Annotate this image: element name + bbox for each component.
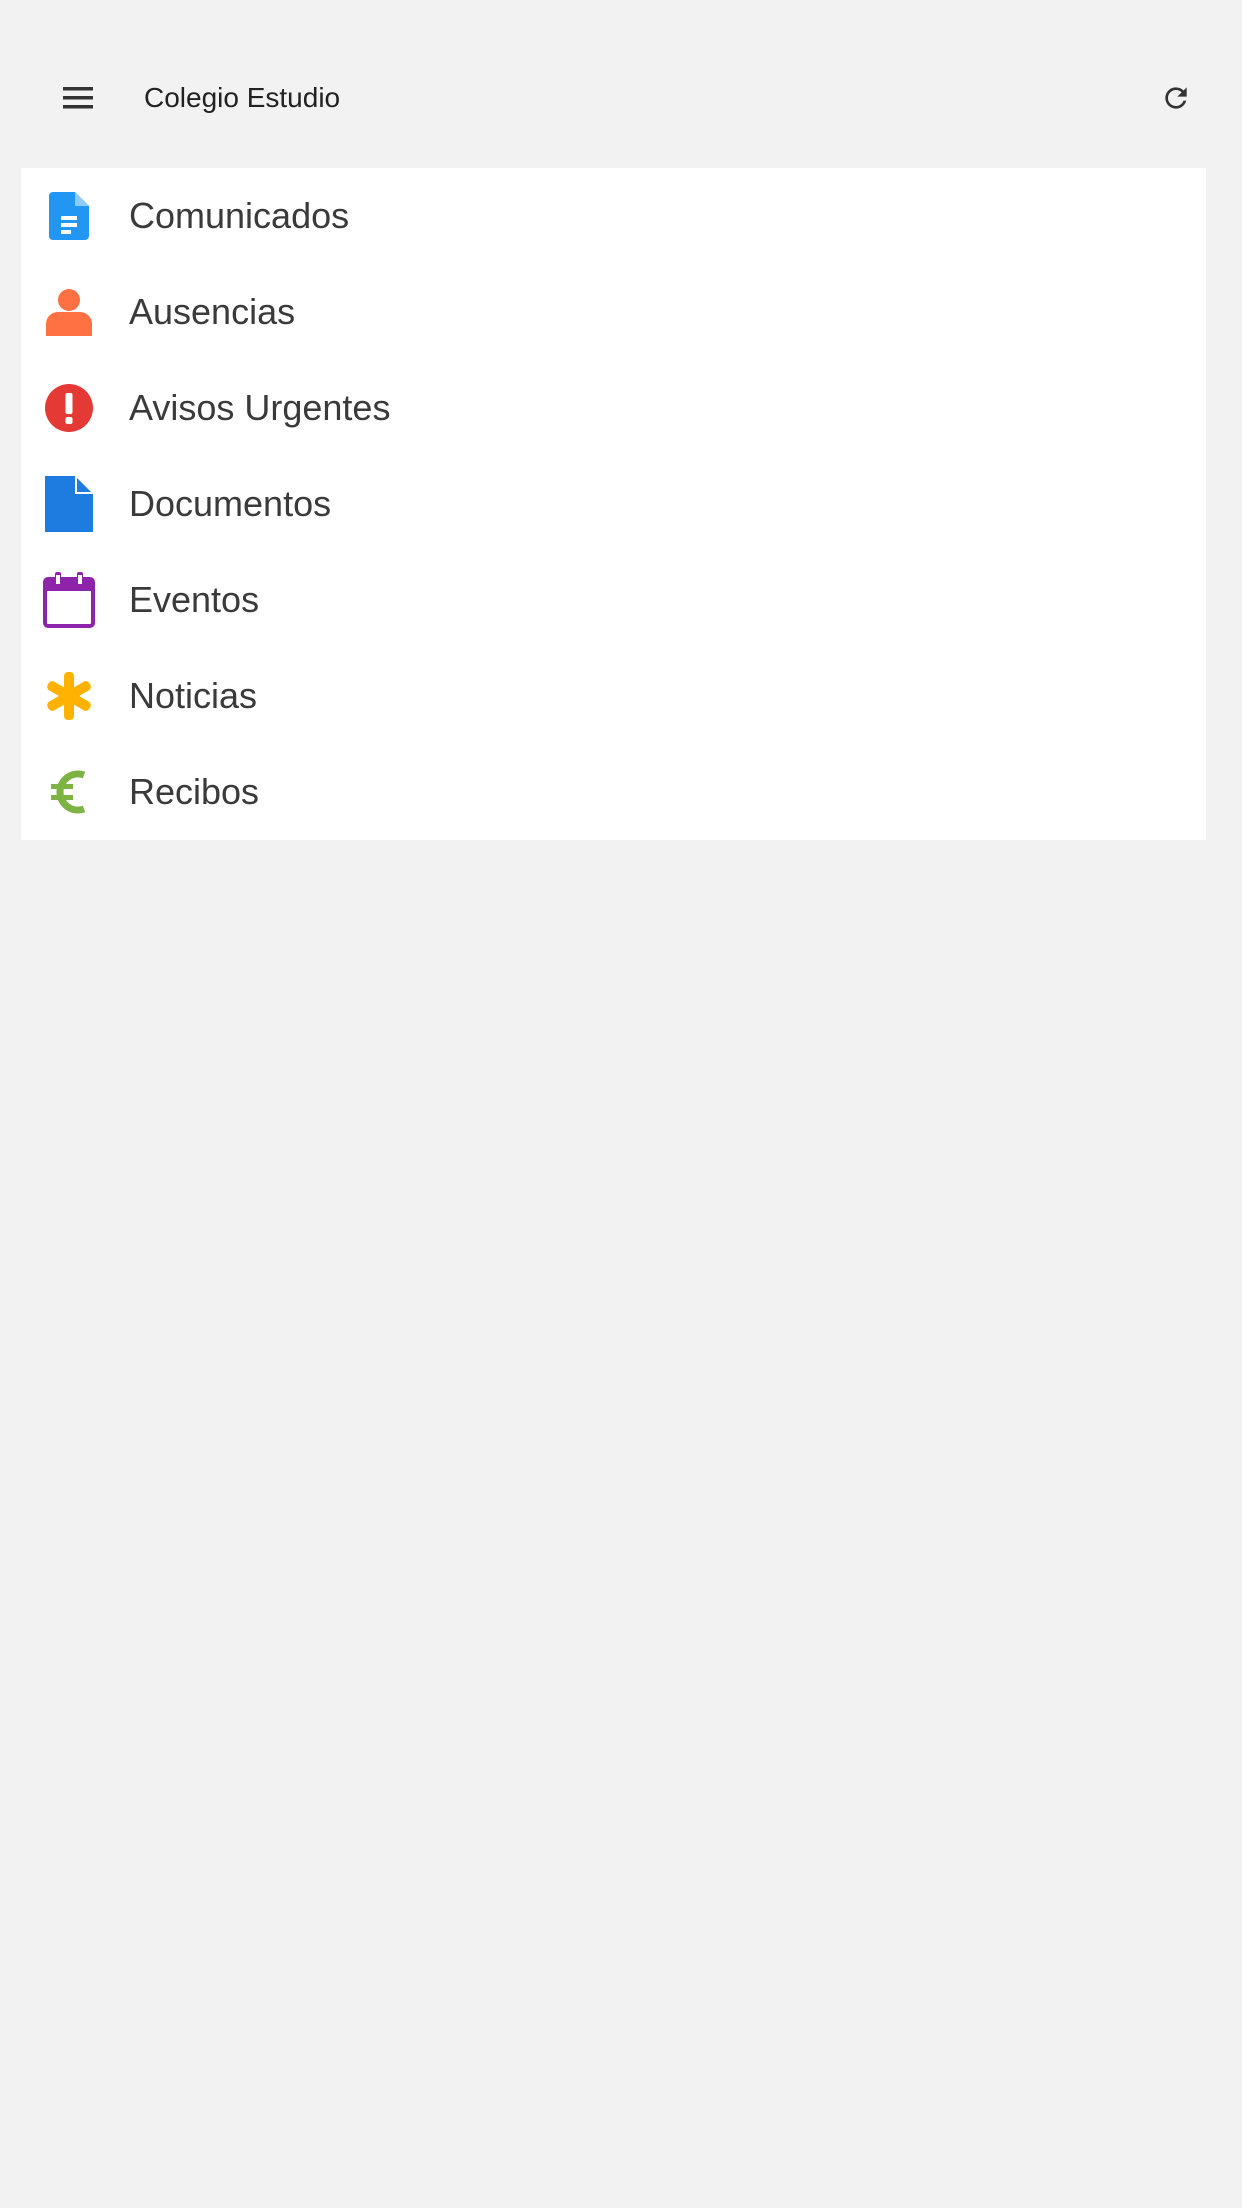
menu-item-label: Documentos xyxy=(129,483,332,524)
menu-item-recibos[interactable]: Recibos xyxy=(21,744,1206,840)
menu-item-documentos[interactable]: Documentos xyxy=(21,456,1206,552)
menu-item-noticias[interactable]: Noticias xyxy=(21,648,1206,744)
person-icon xyxy=(41,284,97,340)
menu-item-label: Comunicados xyxy=(129,195,350,236)
menu-item-label: Noticias xyxy=(129,675,258,716)
file-icon xyxy=(41,476,97,532)
alert-circle-icon xyxy=(41,380,97,436)
menu-item-eventos[interactable]: Eventos xyxy=(21,552,1206,648)
menu-list: Comunicados Ausencias Avisos Urgentes Do… xyxy=(21,168,1206,840)
app-bar: Colegio Estudio xyxy=(0,0,1242,168)
refresh-icon xyxy=(1165,87,1187,109)
menu-item-avisos-urgentes[interactable]: Avisos Urgentes xyxy=(21,360,1206,456)
menu-item-label: Ausencias xyxy=(129,291,296,332)
menu-item-ausencias[interactable]: Ausencias xyxy=(21,264,1206,360)
page-title: Colegio Estudio xyxy=(144,82,341,113)
euro-icon xyxy=(41,764,97,820)
hamburger-menu-icon xyxy=(63,87,93,109)
refresh-button[interactable] xyxy=(1138,60,1214,136)
menu-item-label: Recibos xyxy=(129,771,260,812)
asterisk-icon xyxy=(41,668,97,724)
calendar-icon xyxy=(41,572,97,628)
menu-button[interactable] xyxy=(40,60,116,136)
menu-item-label: Avisos Urgentes xyxy=(129,387,391,428)
document-text-icon xyxy=(41,188,97,244)
menu-item-comunicados[interactable]: Comunicados xyxy=(21,168,1206,264)
menu-item-label: Eventos xyxy=(129,579,260,620)
